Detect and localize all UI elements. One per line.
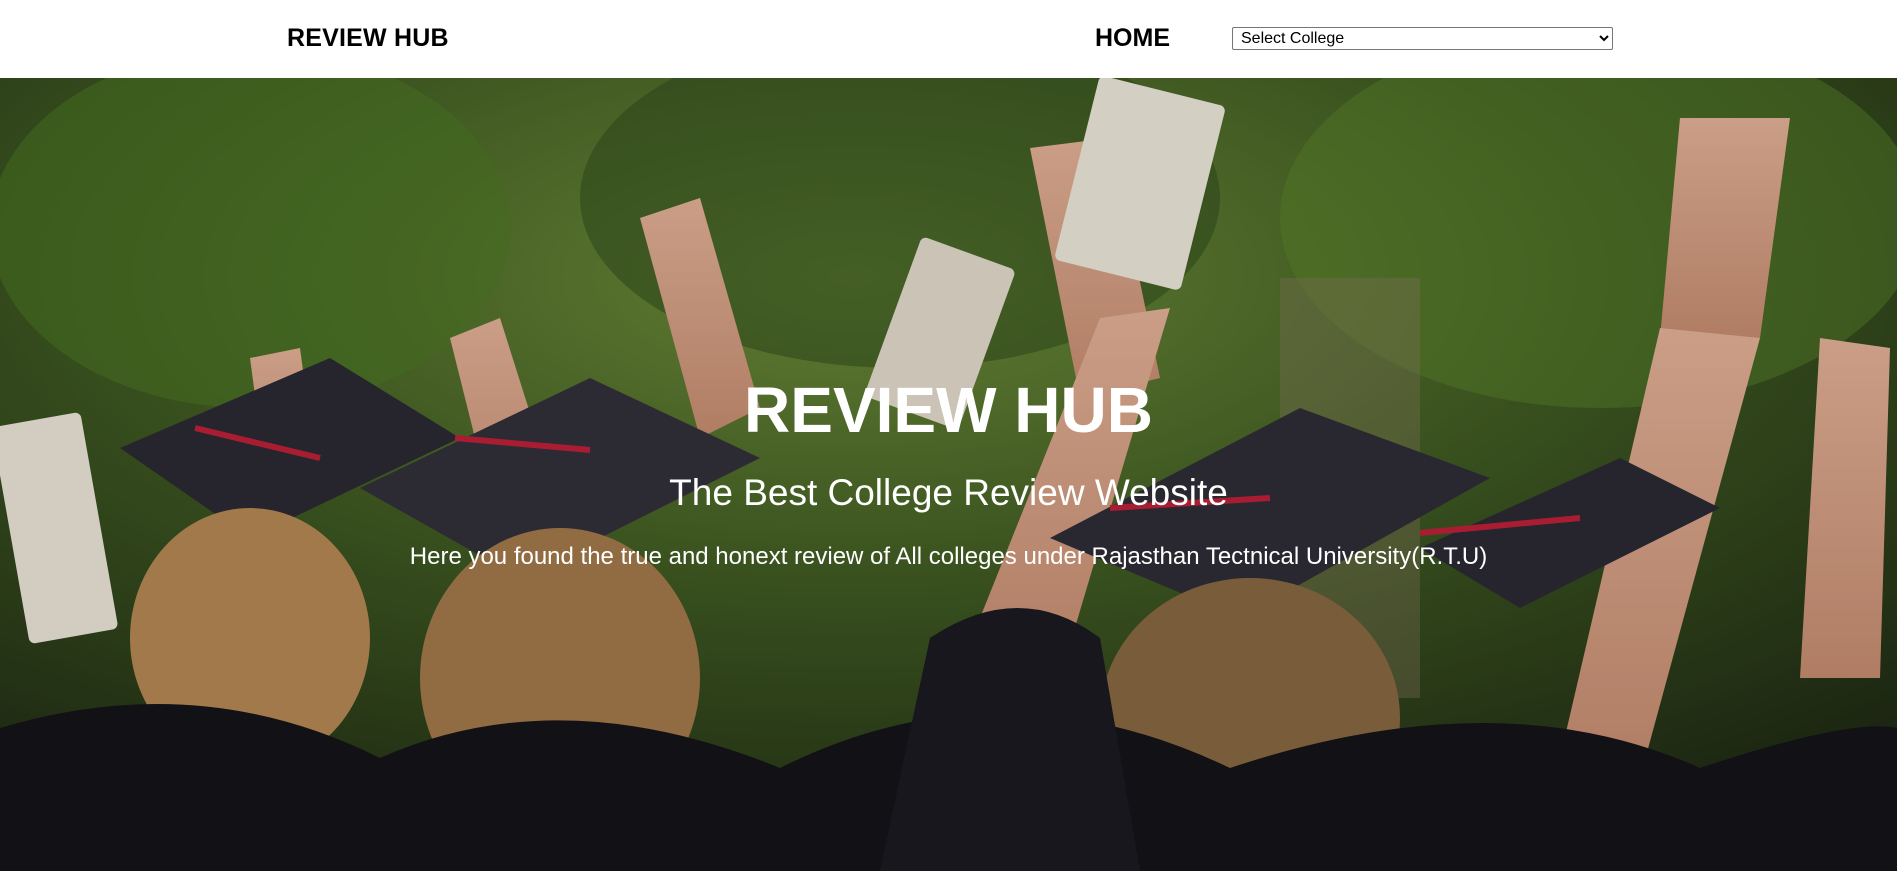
college-select-dropdown[interactable]: Select College bbox=[1232, 27, 1613, 50]
hero-title: REVIEW HUB bbox=[744, 374, 1153, 446]
brand-logo-text[interactable]: REVIEW HUB bbox=[287, 24, 449, 53]
hero-banner: REVIEW HUB The Best College Review Websi… bbox=[0, 78, 1897, 871]
hero-description: Here you found the true and honext revie… bbox=[409, 543, 1488, 570]
top-navbar: REVIEW HUB HOME Select College bbox=[0, 0, 1897, 78]
nav-home-link[interactable]: HOME bbox=[1095, 24, 1170, 53]
hero-subtitle: The Best College Review Website bbox=[669, 472, 1228, 513]
